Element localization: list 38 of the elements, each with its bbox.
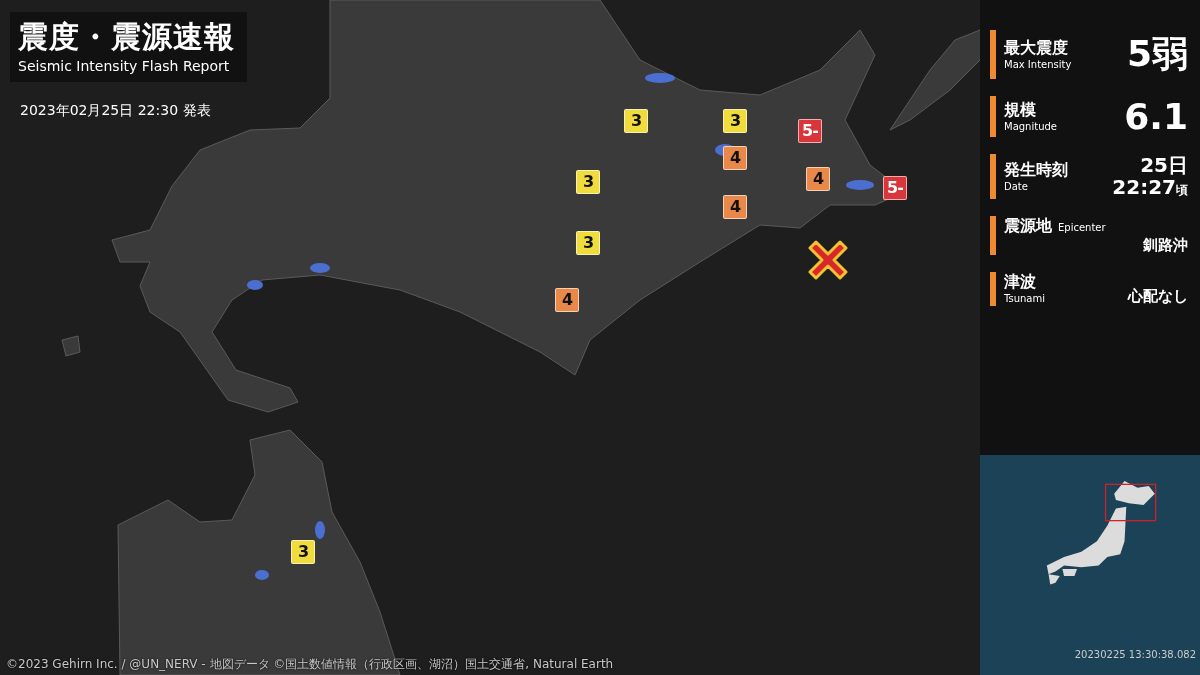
intensity-marker: 3: [291, 540, 315, 564]
intensity-marker: 4: [555, 288, 579, 312]
report-title: 震度・震源速報: [18, 18, 235, 56]
intensity-marker: 4: [723, 146, 747, 170]
field-label: 震源地: [1004, 216, 1052, 236]
field-label: 最大震度: [1004, 37, 1069, 58]
map-credit: ©2023 Gehirn Inc. / @UN_NERV - 地図データ ©国土数値情報（行政区画、湖沼）国土交通省, Natural Earth: [6, 656, 614, 673]
accent-bar: [990, 30, 996, 79]
report-subtitle: Seismic Intensity Flash Report: [18, 57, 231, 76]
intensity-marker: 4: [723, 195, 747, 219]
intensity-marker: 4: [806, 167, 830, 191]
field-label-english: Tsunami: [1004, 292, 1045, 306]
accent-bar: [990, 272, 996, 306]
intensity-marker: 3: [576, 231, 600, 255]
field-label: 津波: [1004, 272, 1037, 292]
field-label-english: Max Intensity: [1004, 57, 1072, 72]
field-label: 発生時刻: [1004, 159, 1068, 180]
accent-bar: [990, 154, 996, 199]
field-label: 規模: [1004, 99, 1037, 120]
field-value: 5弱: [1126, 32, 1188, 76]
field-value: 6.1: [1124, 96, 1188, 137]
time-value: 22:27: [1112, 176, 1176, 198]
intensity-marker: 3: [723, 109, 747, 133]
field-label-english: Date: [1004, 179, 1029, 194]
field-value: 心配なし: [1128, 287, 1188, 306]
field-label-english: Epicenter: [1058, 221, 1106, 235]
date-value: 25日: [1140, 154, 1188, 176]
accent-bar: [990, 96, 996, 137]
intensity-marker: 5-: [798, 119, 822, 143]
issued-time: 2023年02月25日 22:30 発表: [20, 102, 211, 120]
accent-bar: [990, 216, 996, 255]
intensity-marker: 3: [624, 109, 648, 133]
timestamp: 20230225 13:30:38.082: [1074, 648, 1197, 660]
time-suffix: 頃: [1176, 183, 1188, 199]
field-value: 釧路沖: [1143, 236, 1188, 255]
intensity-marker: 3: [576, 170, 600, 194]
field-label-english: Magnitude: [1004, 119, 1057, 134]
intensity-marker: 5-: [883, 176, 907, 200]
